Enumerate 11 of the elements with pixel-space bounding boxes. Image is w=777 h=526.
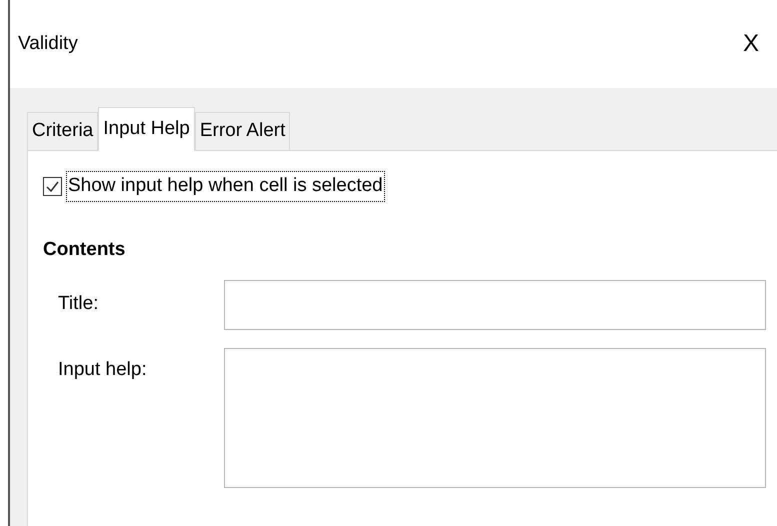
checkbox-label: Show input help when cell is selected — [66, 171, 385, 202]
section-heading: Contents — [43, 238, 126, 262]
tab[interactable]: Criteria — [27, 112, 98, 150]
field-label: Input help: — [58, 358, 148, 382]
window-title: Validity — [18, 32, 78, 56]
checkbox[interactable] — [43, 176, 62, 196]
input-field[interactable] — [224, 280, 766, 330]
field-label: Title: — [58, 292, 100, 316]
tab[interactable]: Error Alert — [194, 112, 290, 150]
tab[interactable]: Input Help — [98, 107, 195, 151]
close-button[interactable]: X — [738, 26, 763, 62]
